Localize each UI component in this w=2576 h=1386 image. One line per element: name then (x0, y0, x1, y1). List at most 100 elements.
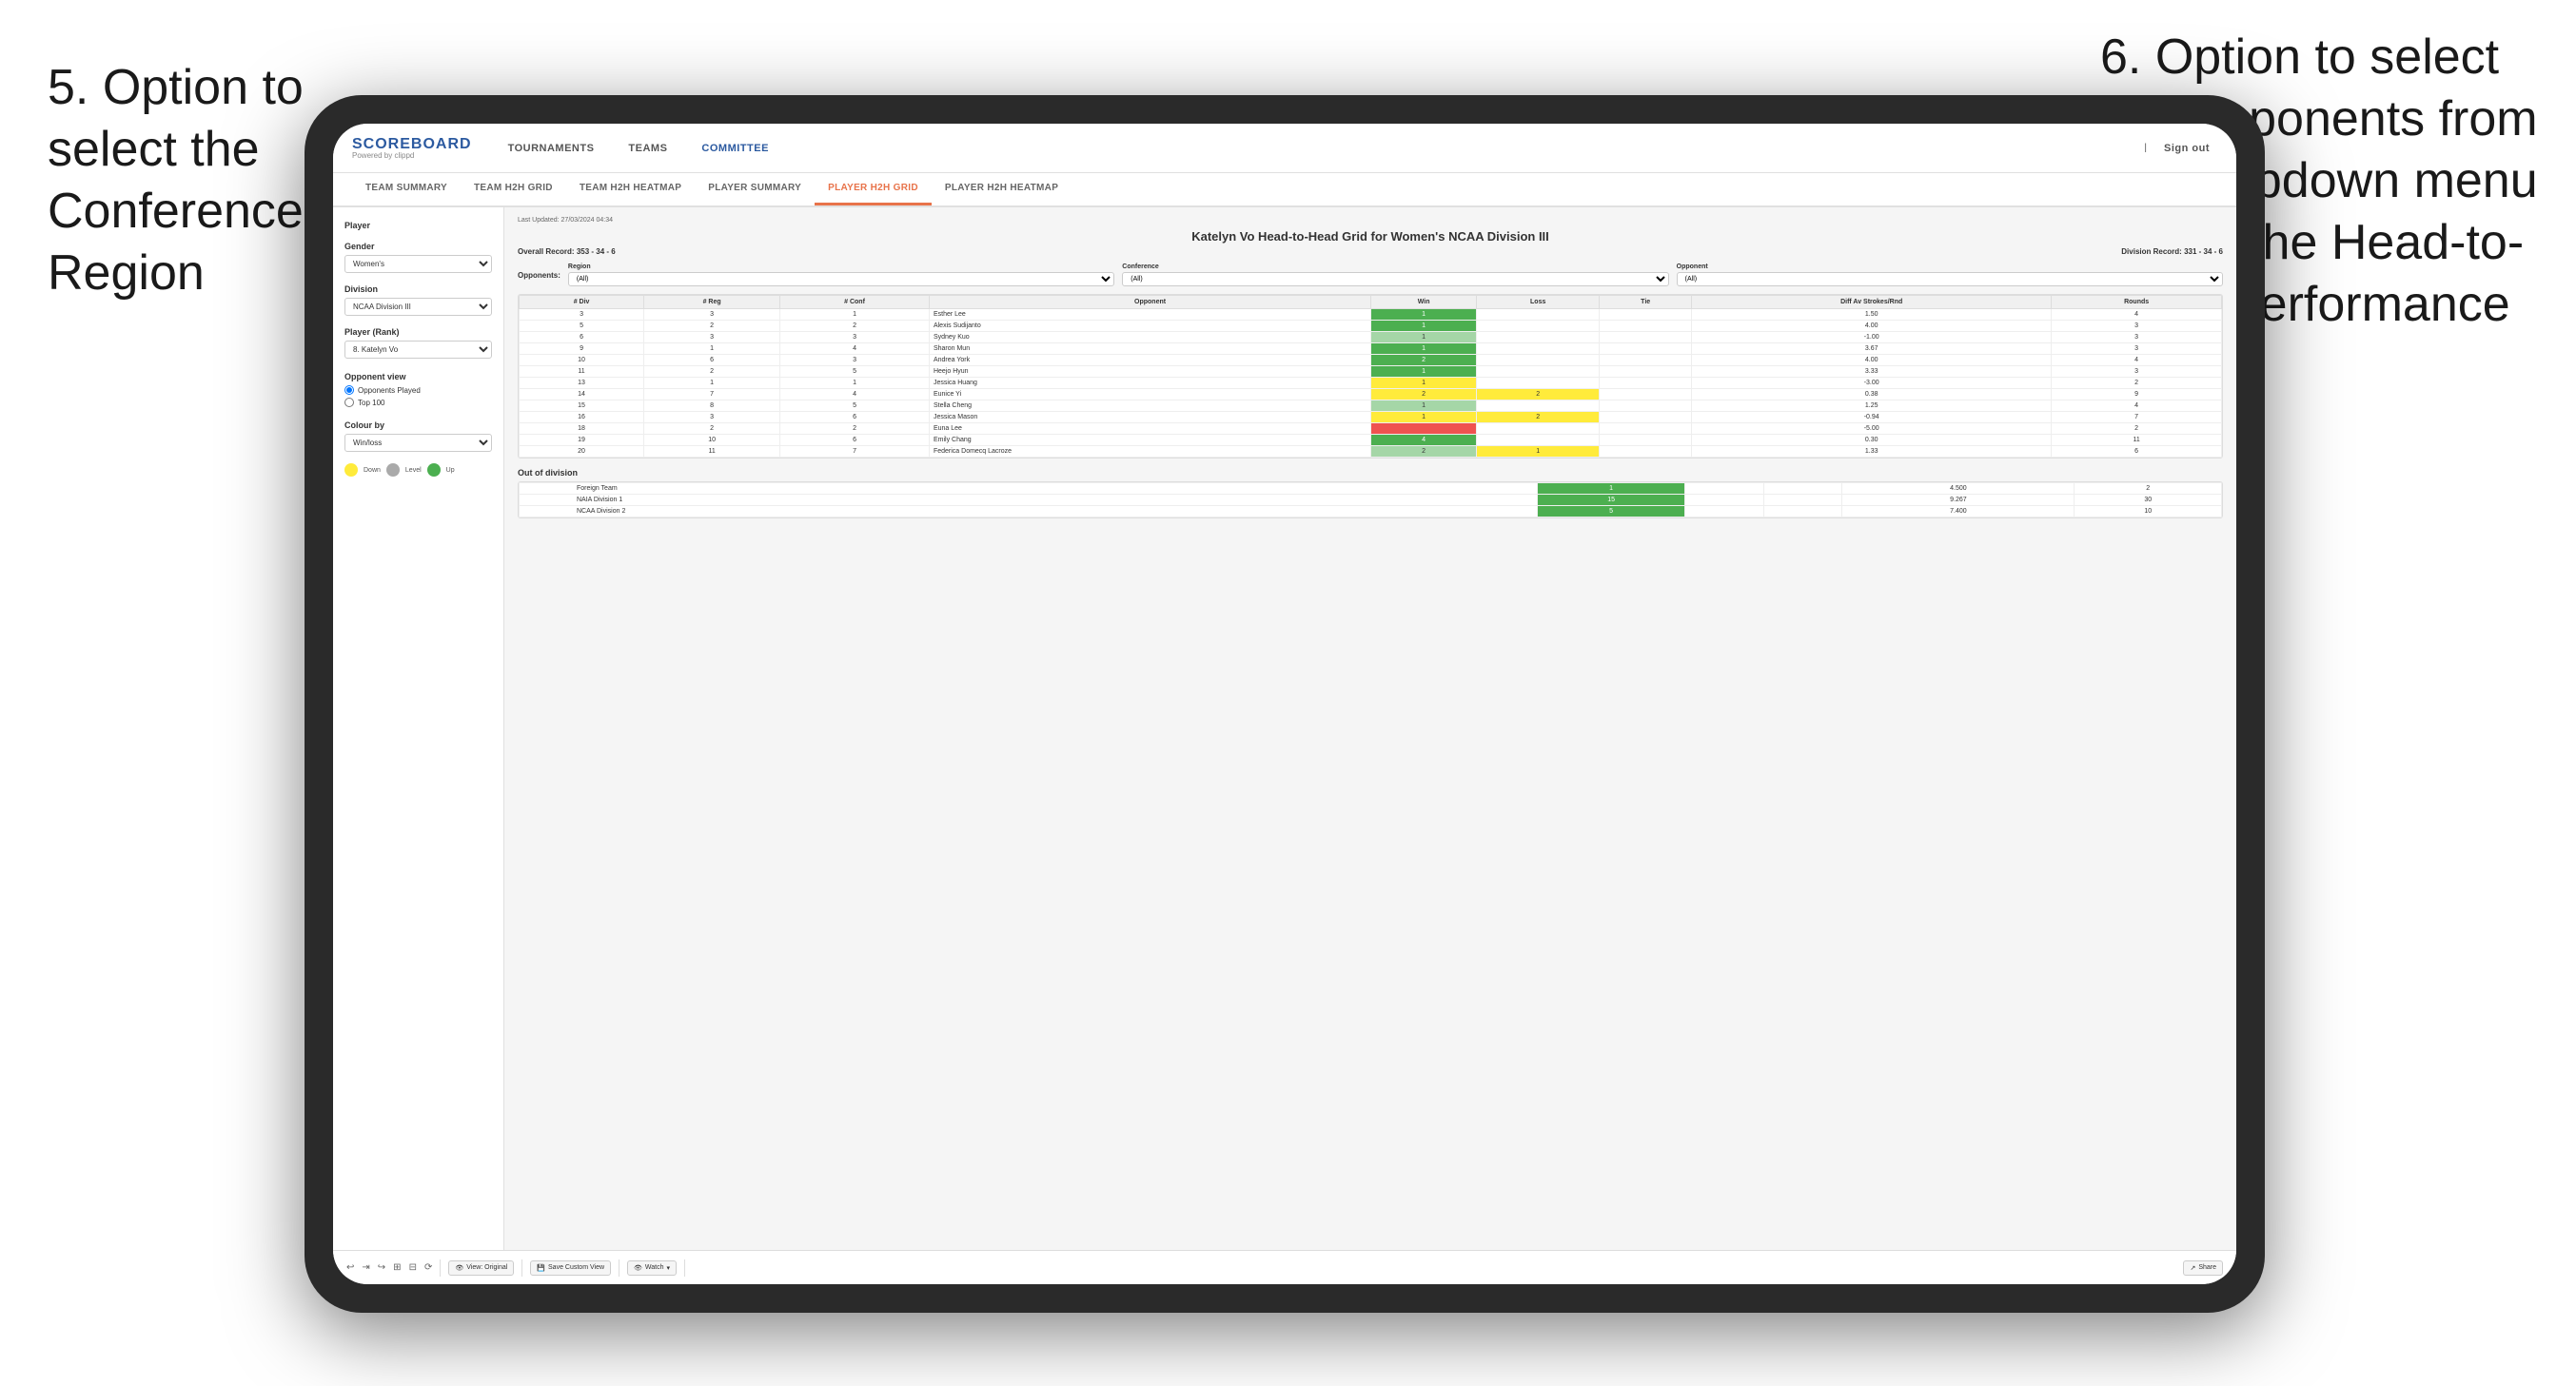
player-section: Player (344, 221, 492, 230)
save-icon: 💾 (537, 1264, 545, 1272)
cell-loss (1477, 332, 1600, 343)
cell-loss (1477, 309, 1600, 321)
cell-tie (1600, 309, 1692, 321)
legend-level-label: Level (405, 467, 422, 474)
division-record: Division Record: 331 - 34 - 6 (2121, 247, 2223, 256)
sub-nav-team-h2h-heatmap[interactable]: TEAM H2H HEATMAP (566, 173, 695, 205)
cell-div: 5 (520, 321, 644, 332)
radio-opponents-played[interactable]: Opponents Played (344, 385, 492, 395)
sub-nav-player-h2h-heatmap[interactable]: PLAYER H2H HEATMAP (932, 173, 1072, 205)
grid-title: Katelyn Vo Head-to-Head Grid for Women's… (518, 229, 2223, 244)
cell-diff: -5.00 (1692, 423, 2052, 435)
cell-div: 19 (520, 435, 644, 446)
nav-tournaments[interactable]: TOURNAMENTS (501, 139, 602, 158)
colour-by-select[interactable]: Win/loss (344, 434, 492, 452)
cell-conf: 6 (780, 412, 930, 423)
cell-ood-tie (1763, 495, 1842, 506)
cell-diff: 4.00 (1692, 355, 2052, 366)
save-custom-view-btn[interactable]: 💾 Save Custom View (530, 1260, 611, 1276)
cell-div: 9 (520, 343, 644, 355)
view-original-btn[interactable]: 👁 View: Original (448, 1260, 514, 1276)
cell-div: 3 (520, 309, 644, 321)
legend-up-label: Up (446, 467, 455, 474)
cell-ood-name: Foreign Team (520, 483, 1538, 495)
cell-win: 2 (1371, 389, 1477, 400)
cell-name: Eunice Yi (929, 389, 1370, 400)
player-label: Player (344, 221, 492, 230)
cell-tie (1600, 389, 1692, 400)
overall-record: Overall Record: 353 - 34 - 6 (518, 247, 616, 256)
sign-out[interactable]: Sign out (2156, 139, 2217, 158)
division-select[interactable]: NCAA Division III (344, 298, 492, 316)
sub-nav-player-h2h-grid[interactable]: PLAYER H2H GRID (815, 173, 932, 205)
logo-main: SCOREBOARD (352, 137, 472, 152)
th-div: # Div (520, 296, 644, 309)
conference-filter-select[interactable]: (All) (1122, 272, 1668, 286)
table-row: 3 3 1 Esther Lee 1 1.50 4 (520, 309, 2222, 321)
sub-nav-player-summary[interactable]: PLAYER SUMMARY (695, 173, 815, 205)
cell-win: 1 (1371, 309, 1477, 321)
th-win: Win (1371, 296, 1477, 309)
cell-tie (1600, 321, 1692, 332)
table-row: 16 3 6 Jessica Mason 1 2 -0.94 7 (520, 412, 2222, 423)
cell-win: 1 (1371, 366, 1477, 378)
cell-name: Federica Domecq Lacroze (929, 446, 1370, 458)
cell-loss: 2 (1477, 412, 1600, 423)
table-row: 6 3 3 Sydney Kuo 1 -1.00 3 (520, 332, 2222, 343)
cell-conf: 2 (780, 423, 930, 435)
watch-btn[interactable]: 👁 Watch ▾ (627, 1260, 677, 1276)
cell-diff: -3.00 (1692, 378, 2052, 389)
cell-div: 13 (520, 378, 644, 389)
table-row: 15 8 5 Stella Cheng 1 1.25 4 (520, 400, 2222, 412)
cell-div: 10 (520, 355, 644, 366)
data-area: Last Updated: 27/03/2024 04:34 Katelyn V… (504, 207, 2236, 1250)
sub-nav-team-summary[interactable]: TEAM SUMMARY (352, 173, 461, 205)
table-row: 18 2 2 Euna Lee -5.00 2 (520, 423, 2222, 435)
cell-rounds: 9 (2052, 389, 2222, 400)
table-row: NCAA Division 2 5 7.400 10 (520, 506, 2222, 517)
scoreboard-logo: SCOREBOARD Powered by clippd (352, 137, 472, 160)
cell-reg: 3 (644, 332, 780, 343)
cell-name: Sharon Mun (929, 343, 1370, 355)
opponent-view-radios: Opponents Played Top 100 (344, 385, 492, 407)
gender-label: Gender (344, 242, 492, 251)
cell-ood-name: NCAA Division 2 (520, 506, 1538, 517)
sub-nav-team-h2h-grid[interactable]: TEAM H2H GRID (461, 173, 566, 205)
cell-conf: 4 (780, 343, 930, 355)
gender-select[interactable]: Women's (344, 255, 492, 273)
cell-rounds: 3 (2052, 343, 2222, 355)
table-row: 20 11 7 Federica Domecq Lacroze 2 1 1.33… (520, 446, 2222, 458)
nav-teams[interactable]: TEAMS (620, 139, 675, 158)
cell-name: Heejo Hyun (929, 366, 1370, 378)
cell-div: 15 (520, 400, 644, 412)
radio-top-100[interactable]: Top 100 (344, 398, 492, 407)
cell-diff: 4.00 (1692, 321, 2052, 332)
cell-ood-loss (1684, 506, 1763, 517)
table-row: 14 7 4 Eunice Yi 2 2 0.38 9 (520, 389, 2222, 400)
share-btn[interactable]: ↗ Share (2183, 1260, 2223, 1276)
th-conf: # Conf (780, 296, 930, 309)
player-rank-select[interactable]: 8. Katelyn Vo (344, 341, 492, 359)
cell-win (1371, 423, 1477, 435)
th-loss: Loss (1477, 296, 1600, 309)
cell-loss (1477, 435, 1600, 446)
division-section: Division NCAA Division III (344, 284, 492, 316)
cell-reg: 2 (644, 321, 780, 332)
cell-win: 2 (1371, 446, 1477, 458)
th-reg: # Reg (644, 296, 780, 309)
table-row: 5 2 2 Alexis Sudijanto 1 4.00 3 (520, 321, 2222, 332)
table-row: 9 1 4 Sharon Mun 1 3.67 3 (520, 343, 2222, 355)
region-filter-group: Region (All) (568, 264, 1114, 286)
table-row: NAIA Division 1 15 9.267 30 (520, 495, 2222, 506)
tablet-device: SCOREBOARD Powered by clippd TOURNAMENTS… (305, 95, 2265, 1313)
cell-name: Alexis Sudijanto (929, 321, 1370, 332)
region-filter-select[interactable]: (All) (568, 272, 1114, 286)
opponent-filter-select[interactable]: (All) (1677, 272, 2223, 286)
nav-committee[interactable]: COMMITTEE (694, 139, 777, 158)
cell-rounds: 2 (2052, 423, 2222, 435)
cell-tie (1600, 378, 1692, 389)
cell-tie (1600, 435, 1692, 446)
cell-conf: 3 (780, 332, 930, 343)
cell-tie (1600, 423, 1692, 435)
cell-rounds: 3 (2052, 332, 2222, 343)
